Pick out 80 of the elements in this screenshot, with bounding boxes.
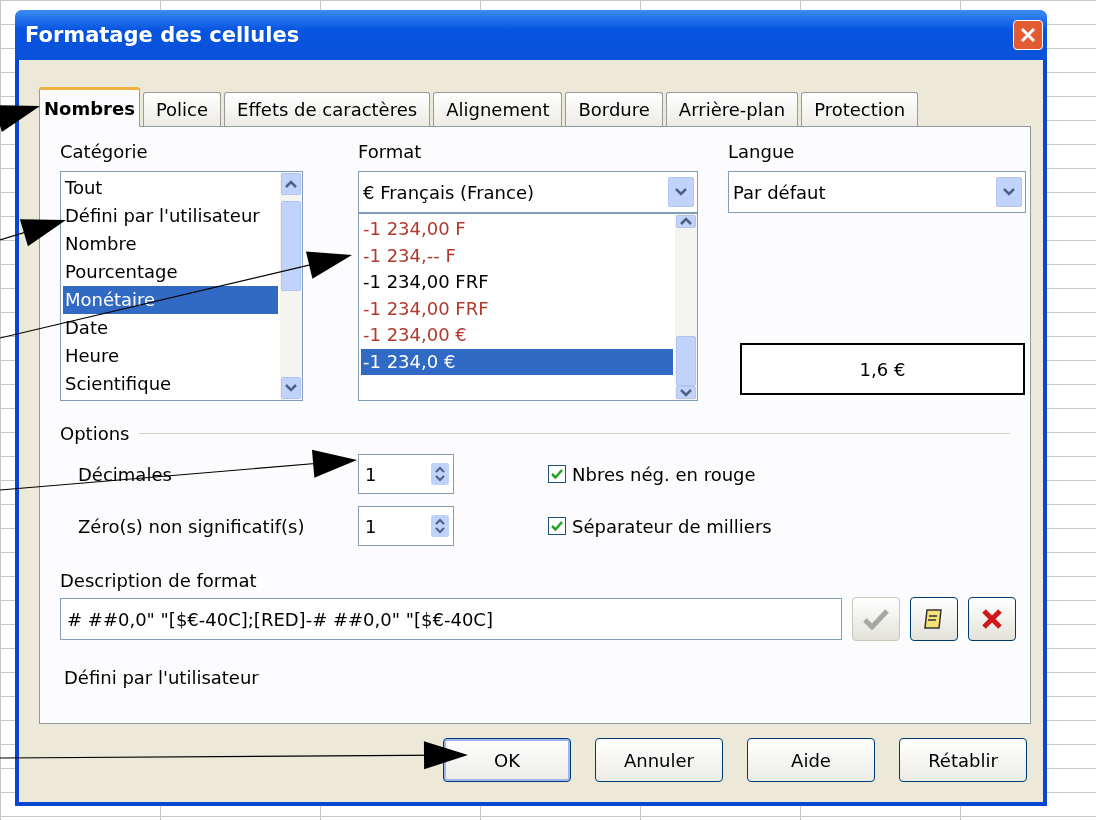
language-dropdown[interactable]: Par défaut <box>728 171 1026 213</box>
scroll-up-button[interactable] <box>281 173 301 195</box>
scroll-up-button[interactable] <box>676 215 696 228</box>
tab[interactable]: Bordure <box>565 92 663 126</box>
list-item[interactable]: Défini par l'utilisateur <box>63 202 278 230</box>
spin-arrows-icon <box>431 463 449 485</box>
dialog-button[interactable]: Annuler <box>595 738 723 782</box>
checkbox[interactable] <box>548 517 566 535</box>
category-label: Catégorie <box>60 141 149 163</box>
scrollbar[interactable] <box>675 214 697 400</box>
format-sample: -1 234,0 € <box>363 350 456 372</box>
scroll-down-button[interactable] <box>281 377 301 399</box>
chevron-down-icon <box>675 188 687 196</box>
annotation-arrow <box>0 219 66 247</box>
checkbox-label: Nbres nég. en rouge <box>572 463 756 485</box>
spin-field[interactable]: 1 <box>358 506 454 546</box>
delete-icon <box>980 607 1004 631</box>
list-item[interactable]: Nombre <box>63 230 278 258</box>
tab[interactable]: Arrière-plan <box>665 92 799 126</box>
format-sample: -1 234,00 € <box>363 324 467 345</box>
spinner-label: Décimales <box>78 463 173 485</box>
scroll-thumb[interactable] <box>676 335 696 387</box>
chevron-down-icon <box>680 388 692 397</box>
category-list[interactable]: Tout Défini par l'utilisateur Nombre Pourcentage Monétaire Date Heure Scientifique <box>60 171 303 401</box>
chevron-up-icon <box>680 217 692 226</box>
scroll-down-button[interactable] <box>676 386 696 399</box>
list-item[interactable]: Scientifique <box>63 370 278 398</box>
list-item[interactable]: -1 234,-- F <box>361 242 673 269</box>
list-item[interactable]: -1 234,00 FRF <box>361 269 673 296</box>
checkbox-label: Séparateur de milliers <box>572 515 772 537</box>
format-sample: -1 234,00 FRF <box>363 297 489 319</box>
edit-comment-button[interactable] <box>910 597 958 641</box>
dialog-button[interactable]: OK <box>443 738 571 782</box>
spin-arrows-icon <box>431 515 449 537</box>
format-preview: 1,6 € <box>740 343 1025 395</box>
check-icon <box>551 520 563 532</box>
dialog-button[interactable]: Aide <box>747 738 875 782</box>
tab[interactable]: Nombres <box>39 87 140 127</box>
spin-field[interactable]: 1 <box>358 454 454 494</box>
check-icon <box>863 608 889 630</box>
tab[interactable]: Effets de caractères <box>224 92 431 126</box>
description-label: Description de format <box>60 570 258 591</box>
format-sample: -1 234,-- F <box>363 244 456 266</box>
list-item[interactable]: -1 234,00 F <box>361 216 673 243</box>
list-item[interactable]: -1 234,0 € <box>361 348 673 375</box>
format-sample: -1 234,00 FRF <box>363 271 489 292</box>
close-button[interactable] <box>1013 20 1043 50</box>
currency-dropdown[interactable]: € Français (France) <box>358 171 698 213</box>
checkbox[interactable] <box>548 465 566 483</box>
list-item[interactable]: Pourcentage <box>63 258 278 286</box>
check-icon <box>551 468 563 480</box>
window-title: Formatage des cellules <box>25 23 300 47</box>
format-sample: -1 234,00 F <box>363 218 466 239</box>
options-heading: Options <box>60 423 130 444</box>
list-item[interactable]: Monétaire <box>63 286 278 314</box>
tab[interactable]: Alignement <box>433 92 563 126</box>
tab[interactable]: Protection <box>801 92 919 126</box>
chevron-down-icon <box>285 384 297 392</box>
list-item[interactable]: -1 234,00 FRF <box>361 295 673 322</box>
dialog-button[interactable]: Rétablir <box>899 738 1027 782</box>
tab[interactable]: Police <box>142 92 222 126</box>
list-item[interactable]: Heure <box>63 342 278 370</box>
list-item[interactable]: Tout <box>63 174 278 202</box>
dropdown-button[interactable] <box>668 177 694 207</box>
format-type-note: Défini par l'utilisateur <box>63 667 260 688</box>
format-label: Format <box>358 141 423 163</box>
scroll-thumb[interactable] <box>281 201 301 291</box>
language-label: Langue <box>728 141 796 163</box>
list-item[interactable]: Date <box>63 314 278 342</box>
chevron-up-icon <box>285 180 297 188</box>
chevron-down-icon <box>1003 188 1015 196</box>
spinner-label: Zéro(s) non significatif(s) <box>78 515 306 537</box>
dropdown-button[interactable] <box>996 177 1022 207</box>
annotation-arrow <box>0 105 40 133</box>
format-code-field[interactable]: # ##0,0" "[$€-40C];[RED]-# ##0,0" "[$€-40C] <box>60 598 842 640</box>
scrollbar[interactable] <box>280 172 302 400</box>
format-list[interactable]: -1 234,00 F -1 234,-- F -1 234,00 FRF -1 234,00 FRF -1 234,00 € -1 234,0 € <box>358 213 698 401</box>
list-item[interactable]: -1 234,00 € <box>361 322 673 349</box>
delete-button[interactable] <box>968 597 1016 641</box>
close-icon <box>1019 26 1037 44</box>
